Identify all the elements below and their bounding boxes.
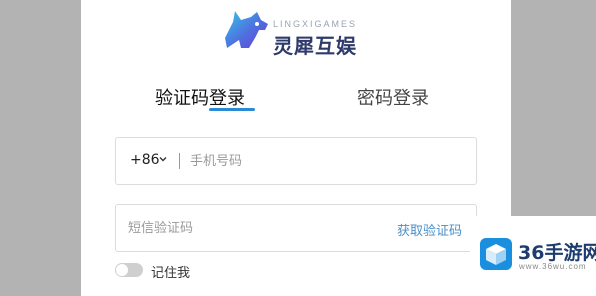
divider: [179, 153, 180, 169]
tab-sms-login[interactable]: 验证码登录: [155, 84, 245, 110]
get-code-button[interactable]: 获取验证码: [397, 220, 462, 239]
tab-password-login[interactable]: 密码登录: [357, 84, 429, 110]
sms-code-field: 获取验证码: [115, 204, 477, 252]
toggle-knob: [116, 264, 128, 276]
phone-field: +86: [115, 137, 477, 185]
phone-input[interactable]: [190, 146, 460, 176]
login-panel: LINGXIGAMES 灵犀互娱 验证码登录 密码登录 +86 获取验证码 记住…: [81, 0, 511, 296]
chevron-down-icon[interactable]: [158, 154, 168, 164]
site-watermark: 36手游网 www.36wu.com: [470, 216, 596, 296]
remember-me-toggle[interactable]: [115, 263, 143, 277]
sms-code-input[interactable]: [128, 213, 368, 243]
watermark-title: 36手游网: [518, 242, 596, 264]
logo-chinese-text: 灵犀互娱: [273, 34, 357, 58]
watermark-url: www.36wu.com: [519, 262, 587, 271]
logo-english-text: LINGXIGAMES: [273, 19, 358, 29]
remember-me-label: 记住我: [151, 266, 191, 281]
brand-logo: LINGXIGAMES 灵犀互娱: [221, 8, 381, 58]
country-code-selector[interactable]: +86: [130, 152, 160, 168]
rhino-logo-icon: [225, 11, 268, 48]
box-logo-icon: [480, 238, 512, 270]
active-tab-indicator: [209, 108, 255, 111]
